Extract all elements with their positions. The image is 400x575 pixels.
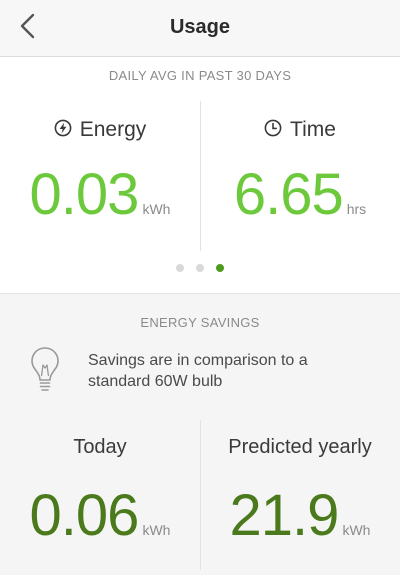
page-dot-1[interactable] (176, 264, 184, 272)
energy-label: Energy (79, 118, 147, 141)
energy-value: 0.03 (29, 162, 140, 227)
time-value: 6.65 (233, 162, 344, 227)
today-savings-stat: Today 0.06 kWh (0, 420, 200, 575)
energy-savings-header: ENERGY SAVINGS (140, 315, 260, 330)
energy-unit: kWh (142, 201, 171, 217)
lightbulb-icon (30, 346, 60, 394)
lightning-circle-icon (54, 119, 72, 143)
savings-note-text: Savings are in comparison to a standard … (88, 350, 308, 392)
time-value-row: 6.65 hrs (200, 161, 400, 228)
yearly-unit: kWh (342, 522, 371, 538)
nav-bar: Usage (0, 0, 400, 57)
daily-average-panel[interactable]: DAILY AVG IN PAST 30 DAYS Energy 0.03 kWh… (0, 57, 400, 294)
savings-note-line-2: standard 60W bulb (88, 373, 223, 390)
time-stat: Time 6.65 hrs (200, 57, 400, 257)
page-indicator[interactable] (0, 264, 400, 272)
today-value: 0.06 (29, 483, 140, 548)
energy-value-row: 0.03 kWh (0, 161, 200, 228)
savings-note-line-1: Savings are in comparison to a (88, 352, 308, 369)
today-value-row: 0.06 kWh (0, 482, 200, 549)
savings-note: Savings are in comparison to a standard … (30, 346, 390, 400)
yearly-value-row: 21.9 kWh (200, 482, 400, 549)
page-dot-3[interactable] (216, 264, 224, 272)
yearly-savings-stat: Predicted yearly 21.9 kWh (200, 420, 400, 575)
energy-stat: Energy 0.03 kWh (0, 57, 200, 257)
time-label: Time (290, 118, 336, 141)
time-label-row: Time (200, 118, 400, 143)
today-unit: kWh (142, 522, 171, 538)
page-title: Usage (169, 16, 231, 38)
today-label: Today (73, 436, 127, 458)
page-dot-2[interactable] (196, 264, 204, 272)
energy-label-row: Energy (0, 118, 200, 143)
clock-icon (264, 119, 282, 143)
energy-savings-panel: ENERGY SAVINGS Savings are in comparison… (0, 294, 400, 575)
yearly-label: Predicted yearly (228, 436, 372, 458)
yearly-value: 21.9 (229, 483, 340, 548)
time-unit: hrs (346, 201, 367, 217)
